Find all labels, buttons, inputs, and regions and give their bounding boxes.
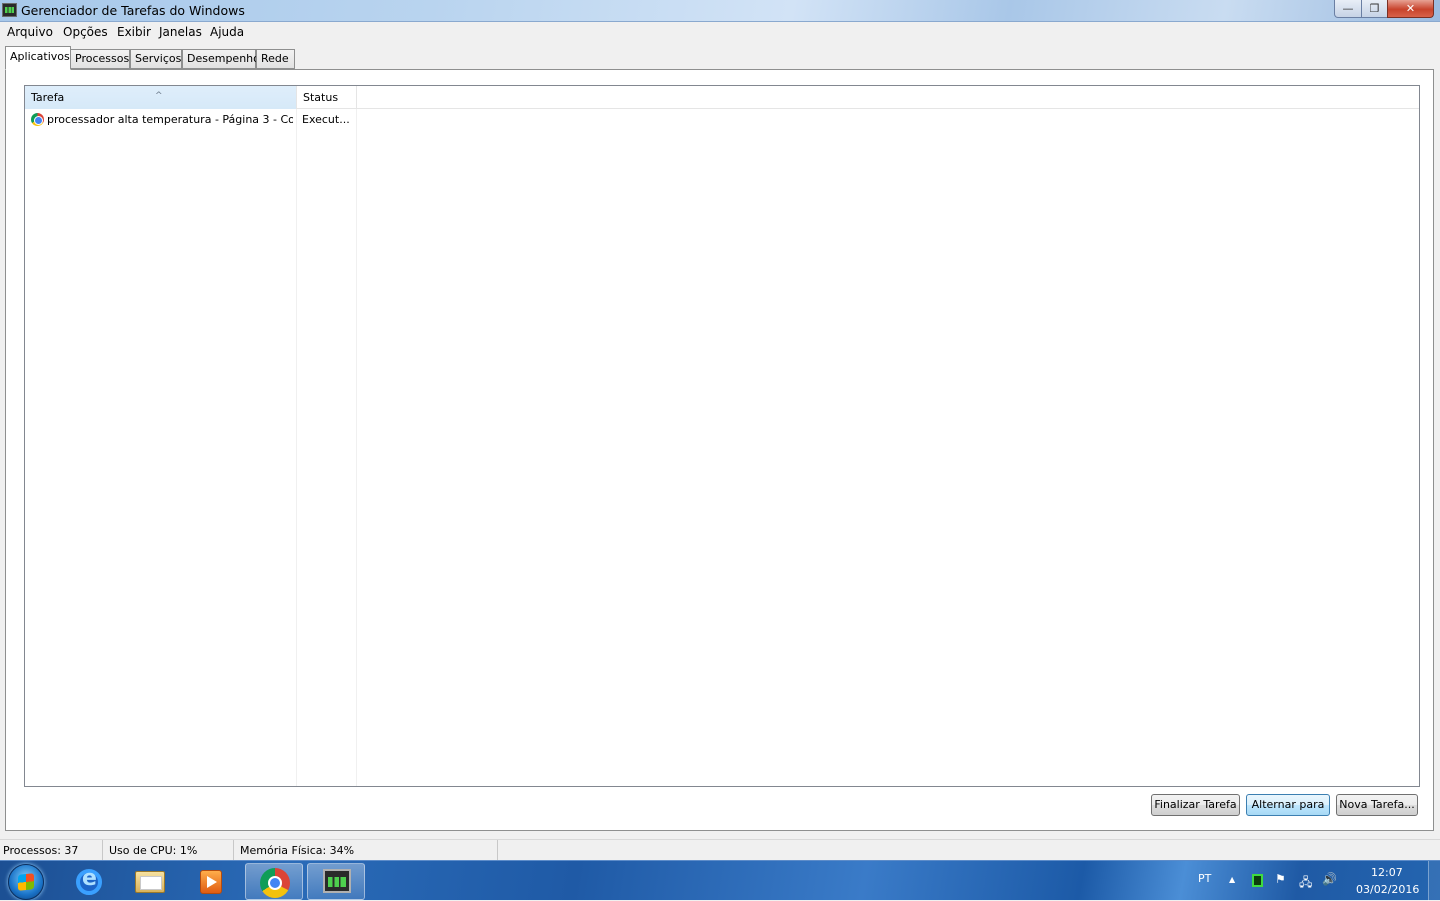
task-name: processador alta temperatura - Página 3 … xyxy=(47,113,293,126)
internet-explorer-icon xyxy=(76,866,102,895)
column-header-status[interactable]: Status xyxy=(297,86,357,109)
show-desktop-button[interactable] xyxy=(1428,861,1440,901)
title-bar[interactable]: Gerenciador de Tarefas do Windows — ❐ ✕ xyxy=(0,0,1440,22)
list-header: ^ Tarefa Status xyxy=(25,86,1419,109)
column-header-tarefa[interactable]: ^ Tarefa xyxy=(25,86,297,109)
column-divider xyxy=(356,109,357,786)
end-task-button[interactable]: Finalizar Tarefa xyxy=(1151,794,1240,816)
column-header-status-label: Status xyxy=(303,91,339,104)
taskbar: PT ▲ ⚑ 🖧 🔊 12:07 03/02/2016 xyxy=(0,860,1440,901)
taskbar-chrome[interactable] xyxy=(245,863,303,900)
menu-janelas[interactable]: Janelas xyxy=(159,25,202,39)
menu-opcoes[interactable]: Opções xyxy=(63,25,108,39)
taskbar-task-manager[interactable] xyxy=(307,863,365,900)
task-status: Execut... xyxy=(302,113,350,126)
tab-rede[interactable]: Rede xyxy=(256,49,295,69)
task-manager-app-icon[interactable] xyxy=(2,3,17,17)
chrome-icon xyxy=(31,113,44,126)
status-processes: Processos: 37 xyxy=(0,840,103,861)
tab-desempenho[interactable]: Desempenho xyxy=(182,49,260,69)
clock-time[interactable]: 12:07 xyxy=(1371,866,1403,879)
menu-arquivo[interactable]: Arquivo xyxy=(7,25,53,39)
sort-ascending-icon: ^ xyxy=(155,91,163,101)
windows-explorer-icon xyxy=(135,871,165,893)
media-player-icon xyxy=(200,870,222,894)
close-button[interactable]: ✕ xyxy=(1387,0,1434,18)
minimize-button[interactable]: — xyxy=(1334,0,1362,18)
column-header-tarefa-label: Tarefa xyxy=(31,91,65,104)
taskbar-media-player[interactable] xyxy=(182,863,240,900)
tab-aplicativos[interactable]: Aplicativos xyxy=(5,46,71,70)
window-title: Gerenciador de Tarefas do Windows xyxy=(21,3,245,18)
status-bar: Processos: 37 Uso de CPU: 1% Memória Fís… xyxy=(0,839,1440,861)
clock-date[interactable]: 03/02/2016 xyxy=(1356,883,1419,896)
menu-ajuda[interactable]: Ajuda xyxy=(210,25,244,39)
task-manager-tray-icon[interactable] xyxy=(1252,874,1263,887)
column-divider xyxy=(296,109,297,786)
start-button[interactable] xyxy=(8,864,44,900)
applications-panel: ^ Tarefa Status processador alta tempera… xyxy=(5,69,1434,831)
new-task-button[interactable]: Nova Tarefa... xyxy=(1336,794,1418,816)
taskbar-windows-explorer[interactable] xyxy=(121,863,179,900)
action-center-flag-icon[interactable]: ⚑ xyxy=(1275,872,1286,886)
language-indicator[interactable]: PT xyxy=(1198,872,1211,885)
menu-exibir[interactable]: Exibir xyxy=(117,25,151,39)
maximize-button[interactable]: ❐ xyxy=(1361,0,1388,18)
menu-bar: Arquivo Opções Exibir Janelas Ajuda xyxy=(0,22,1440,41)
network-icon[interactable]: 🖧 xyxy=(1299,873,1312,894)
switch-to-button[interactable]: Alternar para xyxy=(1246,794,1330,816)
list-item[interactable]: processador alta temperatura - Página 3 … xyxy=(25,111,357,129)
chrome-icon xyxy=(260,868,290,898)
status-memory: Memória Física: 34% xyxy=(237,840,498,861)
show-hidden-icons-arrow[interactable]: ▲ xyxy=(1229,875,1235,884)
tab-processos[interactable]: Processos xyxy=(70,49,130,69)
status-cpu: Uso de CPU: 1% xyxy=(106,840,234,861)
tab-servicos[interactable]: Serviços xyxy=(130,49,182,69)
volume-icon[interactable]: 🔊 xyxy=(1322,872,1337,886)
taskbar-internet-explorer[interactable] xyxy=(60,863,118,900)
task-manager-icon xyxy=(323,869,351,893)
task-list[interactable]: ^ Tarefa Status processador alta tempera… xyxy=(24,85,1420,787)
